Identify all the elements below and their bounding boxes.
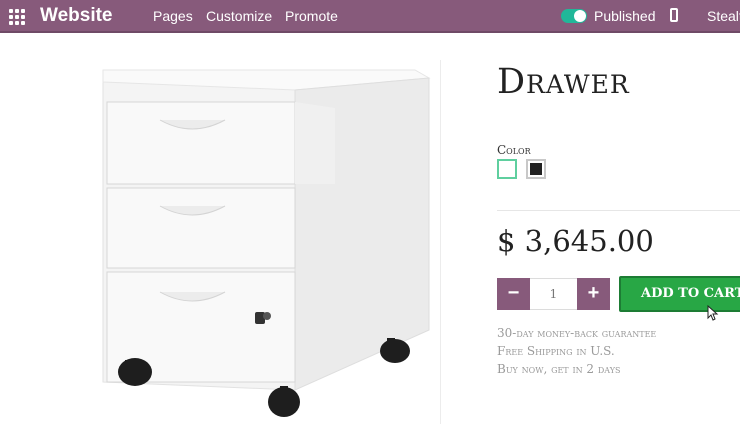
app-brand[interactable]: Website [40, 5, 113, 27]
product-price: $ 3,645.00 [497, 224, 654, 258]
menu-customize[interactable]: Customize [206, 8, 272, 24]
menu-pages[interactable]: Pages [153, 8, 193, 24]
color-swatch-white[interactable] [497, 159, 517, 179]
terms-shipping: Free Shipping in U.S. [497, 344, 615, 358]
menu-promote[interactable]: Promote [285, 8, 338, 24]
section-divider [497, 210, 740, 211]
color-label: Color [497, 143, 531, 157]
mouse-cursor-icon [707, 305, 719, 321]
column-divider [440, 60, 441, 424]
apps-grid-icon[interactable] [9, 9, 25, 25]
quantity-minus-button[interactable]: − [497, 278, 530, 310]
website-editor-topbar: Website Pages Customize Promote Publishe… [0, 0, 740, 33]
color-swatch-black[interactable] [526, 159, 546, 179]
terms-delivery: Buy now, get in 2 days [497, 362, 621, 376]
published-label[interactable]: Published [594, 8, 656, 24]
product-image [102, 69, 431, 417]
mobile-phone-icon[interactable] [670, 8, 678, 22]
theme-menu[interactable]: Stealt [707, 8, 740, 24]
quantity-input[interactable]: 1 [530, 278, 577, 310]
product-title: Drawer [497, 62, 630, 102]
terms-guarantee: 30-day money-back guarantee [497, 326, 657, 340]
published-toggle[interactable] [561, 9, 587, 23]
quantity-plus-button[interactable]: + [577, 278, 610, 310]
add-to-cart-button[interactable]: ADD TO CART [619, 276, 740, 312]
